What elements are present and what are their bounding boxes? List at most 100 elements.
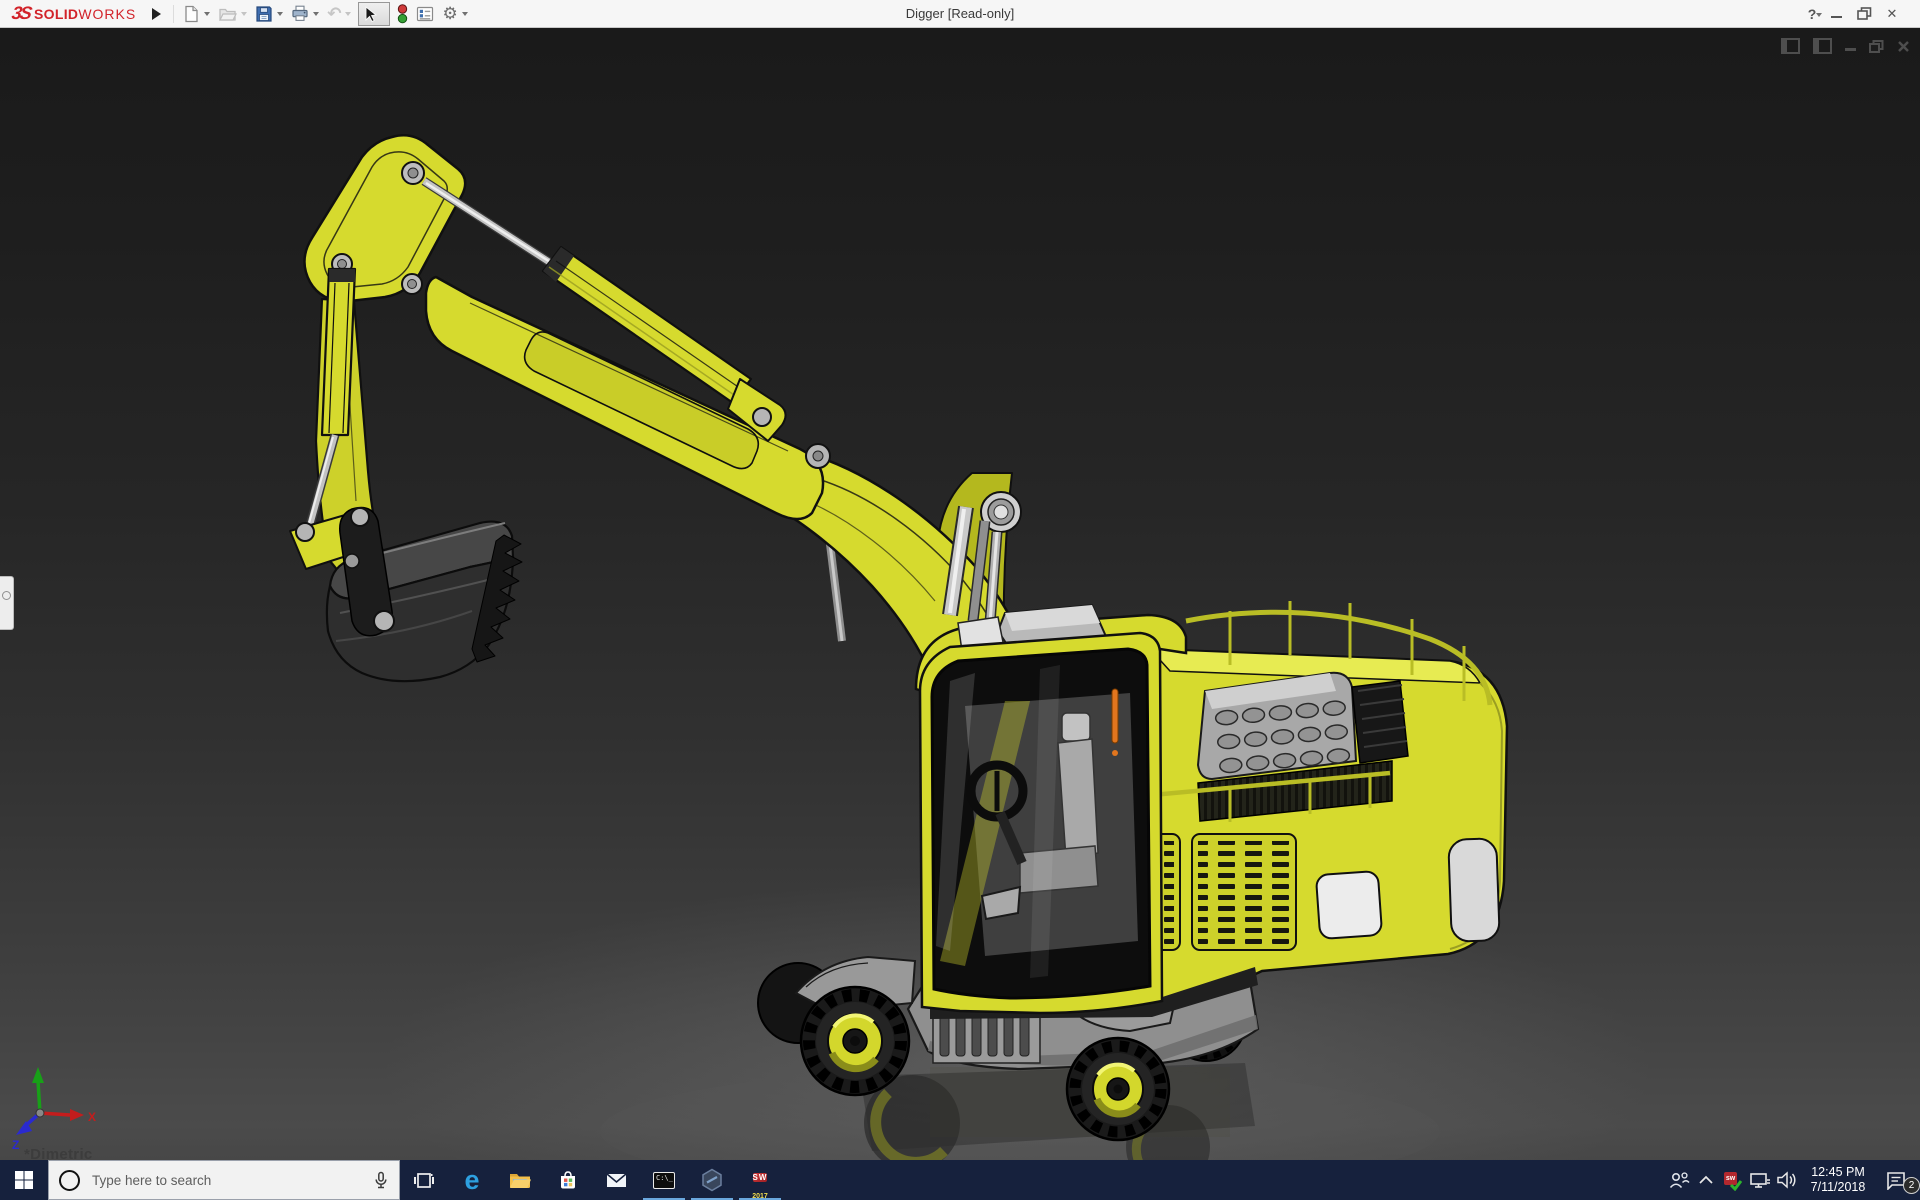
document-window-controls [1781, 38, 1910, 54]
options-dropdown-caret-icon[interactable] [461, 12, 468, 19]
new-document-button[interactable] [182, 4, 211, 24]
show-hidden-icons-button[interactable] [1692, 1160, 1719, 1200]
quick-access-toolbar: ↶ ⚙ [182, 1, 469, 26]
triad-z-label: Z [12, 1138, 19, 1152]
view-orientation-label: *Dimetric [24, 1146, 93, 1160]
taskbar-solidworks-button[interactable]: SW 2017 [736, 1160, 784, 1200]
taskbar-command-prompt-button[interactable]: C:\_ [640, 1160, 688, 1200]
triad-x-label: X [88, 1110, 96, 1124]
gear-icon: ⚙ [442, 4, 458, 23]
solidworks-logo: 3S SOLID WORKS [0, 3, 136, 24]
undo-button[interactable]: ↶ [326, 5, 352, 23]
graphics-viewport[interactable]: X Z *Dimetric [0, 28, 1920, 1160]
digger-3d-model[interactable]: X Z [0, 28, 1920, 1160]
print-icon [292, 5, 308, 21]
clock-date: 7/11/2018 [1810, 1180, 1866, 1194]
minimize-button[interactable] [1822, 2, 1850, 26]
wheel-front-left [799, 985, 911, 1097]
body-window [1315, 870, 1383, 940]
doc-pane-right-button[interactable] [1813, 38, 1832, 54]
action-center-button[interactable]: 2 [1876, 1160, 1920, 1200]
speaker-icon [1776, 1171, 1796, 1189]
search-input[interactable] [90, 1171, 363, 1189]
save-dropdown-caret-icon[interactable] [277, 12, 284, 19]
doc-restore-icon [1869, 39, 1884, 53]
save-floppy-icon [256, 5, 272, 22]
rebuild-button[interactable] [396, 3, 409, 25]
sw-resource-monitor-button[interactable]: sw [1719, 1160, 1746, 1200]
restore-icon [1856, 7, 1871, 20]
file-properties-button[interactable] [415, 4, 435, 24]
undo-dropdown-caret-icon[interactable] [345, 12, 352, 19]
clock-time: 12:45 PM [1811, 1165, 1865, 1179]
windows-taskbar: e C:\_ [0, 1160, 1920, 1200]
volume-button[interactable] [1773, 1160, 1800, 1200]
edrawings-hexagon-icon [702, 1168, 722, 1192]
feature-manager-dot-icon [2, 591, 11, 600]
floor-reflection [600, 1063, 1440, 1160]
doc-close-button[interactable] [1897, 38, 1910, 54]
sw-resource-monitor-icon: sw [1724, 1171, 1743, 1191]
cab[interactable] [914, 603, 1188, 1015]
new-dropdown-caret-icon[interactable] [204, 12, 211, 19]
microphone-icon[interactable] [373, 1171, 389, 1189]
cortana-icon[interactable] [59, 1169, 80, 1191]
feature-manager-tab[interactable] [0, 576, 14, 630]
new-document-icon [185, 5, 198, 22]
doc-close-icon [1898, 40, 1909, 52]
options-button[interactable]: ⚙ [441, 4, 468, 23]
doc-minimize-button[interactable] [1845, 38, 1856, 54]
wheel-front-right [1065, 1036, 1171, 1142]
cab-orange-handle [1111, 688, 1119, 744]
select-cursor-icon [366, 5, 378, 22]
network-button[interactable] [1746, 1160, 1773, 1200]
doc-pane-left-button[interactable] [1781, 38, 1800, 54]
command-prompt-icon: C:\_ [653, 1171, 675, 1189]
edge-icon: e [464, 1165, 480, 1195]
solidworks-2017-icon: SW 2017 [747, 1167, 773, 1200]
print-button[interactable] [290, 4, 320, 23]
system-tray: sw 12:45 PM 7/11/2018 2 [1665, 1160, 1920, 1200]
taskbar-search[interactable] [48, 1160, 400, 1200]
title-bar: 3S SOLID WORKS ↶ ⚙ Digger [Read-only] ? … [0, 0, 1920, 28]
taskbar-edge-button[interactable]: e [448, 1160, 496, 1200]
logo-text-works: WORKS [78, 6, 137, 22]
pane-left-icon [1781, 38, 1800, 54]
open-document-button[interactable] [217, 4, 248, 23]
people-icon [1669, 1172, 1690, 1189]
sw-cube-icon: SW [752, 1173, 768, 1182]
doc-restore-button[interactable] [1869, 38, 1884, 54]
close-button[interactable]: ✕ [1878, 2, 1906, 26]
boom-assembly[interactable] [289, 134, 1042, 715]
mail-icon [605, 1172, 627, 1187]
task-view-icon [414, 1172, 434, 1188]
taskbar-mail-button[interactable] [592, 1160, 640, 1200]
taskbar-file-explorer-button[interactable] [496, 1160, 544, 1200]
clock[interactable]: 12:45 PM 7/11/2018 [1800, 1165, 1876, 1195]
doc-minimize-icon [1845, 48, 1856, 51]
file-explorer-icon [510, 1174, 531, 1188]
open-folder-icon [219, 8, 238, 21]
taskbar-edrawings-button[interactable] [688, 1160, 736, 1200]
save-button[interactable] [254, 4, 284, 24]
people-button[interactable] [1665, 1160, 1692, 1200]
sw-year-label: 2017 [752, 1193, 768, 1200]
restore-button[interactable] [1850, 2, 1878, 26]
notification-badge: 2 [1903, 1177, 1920, 1194]
select-tool-button[interactable] [358, 1, 391, 26]
undo-arrow-icon: ↶ [327, 3, 342, 23]
store-icon [561, 1171, 575, 1189]
print-dropdown-caret-icon[interactable] [313, 12, 320, 19]
window-controls: ? ✕ [1798, 2, 1920, 26]
rebuild-traffic-light-icon [398, 3, 408, 23]
taskbar-store-button[interactable] [544, 1160, 592, 1200]
chevron-up-icon [1698, 1175, 1713, 1184]
minimize-icon [1830, 15, 1842, 18]
menu-flyout-arrow-icon[interactable] [152, 7, 167, 20]
task-view-button[interactable] [400, 1160, 448, 1200]
open-dropdown-caret-icon[interactable] [241, 12, 248, 19]
windows-logo-icon [15, 1171, 33, 1189]
file-properties-icon [417, 6, 434, 21]
start-button[interactable] [0, 1160, 48, 1200]
toolbar-separator [173, 4, 175, 23]
